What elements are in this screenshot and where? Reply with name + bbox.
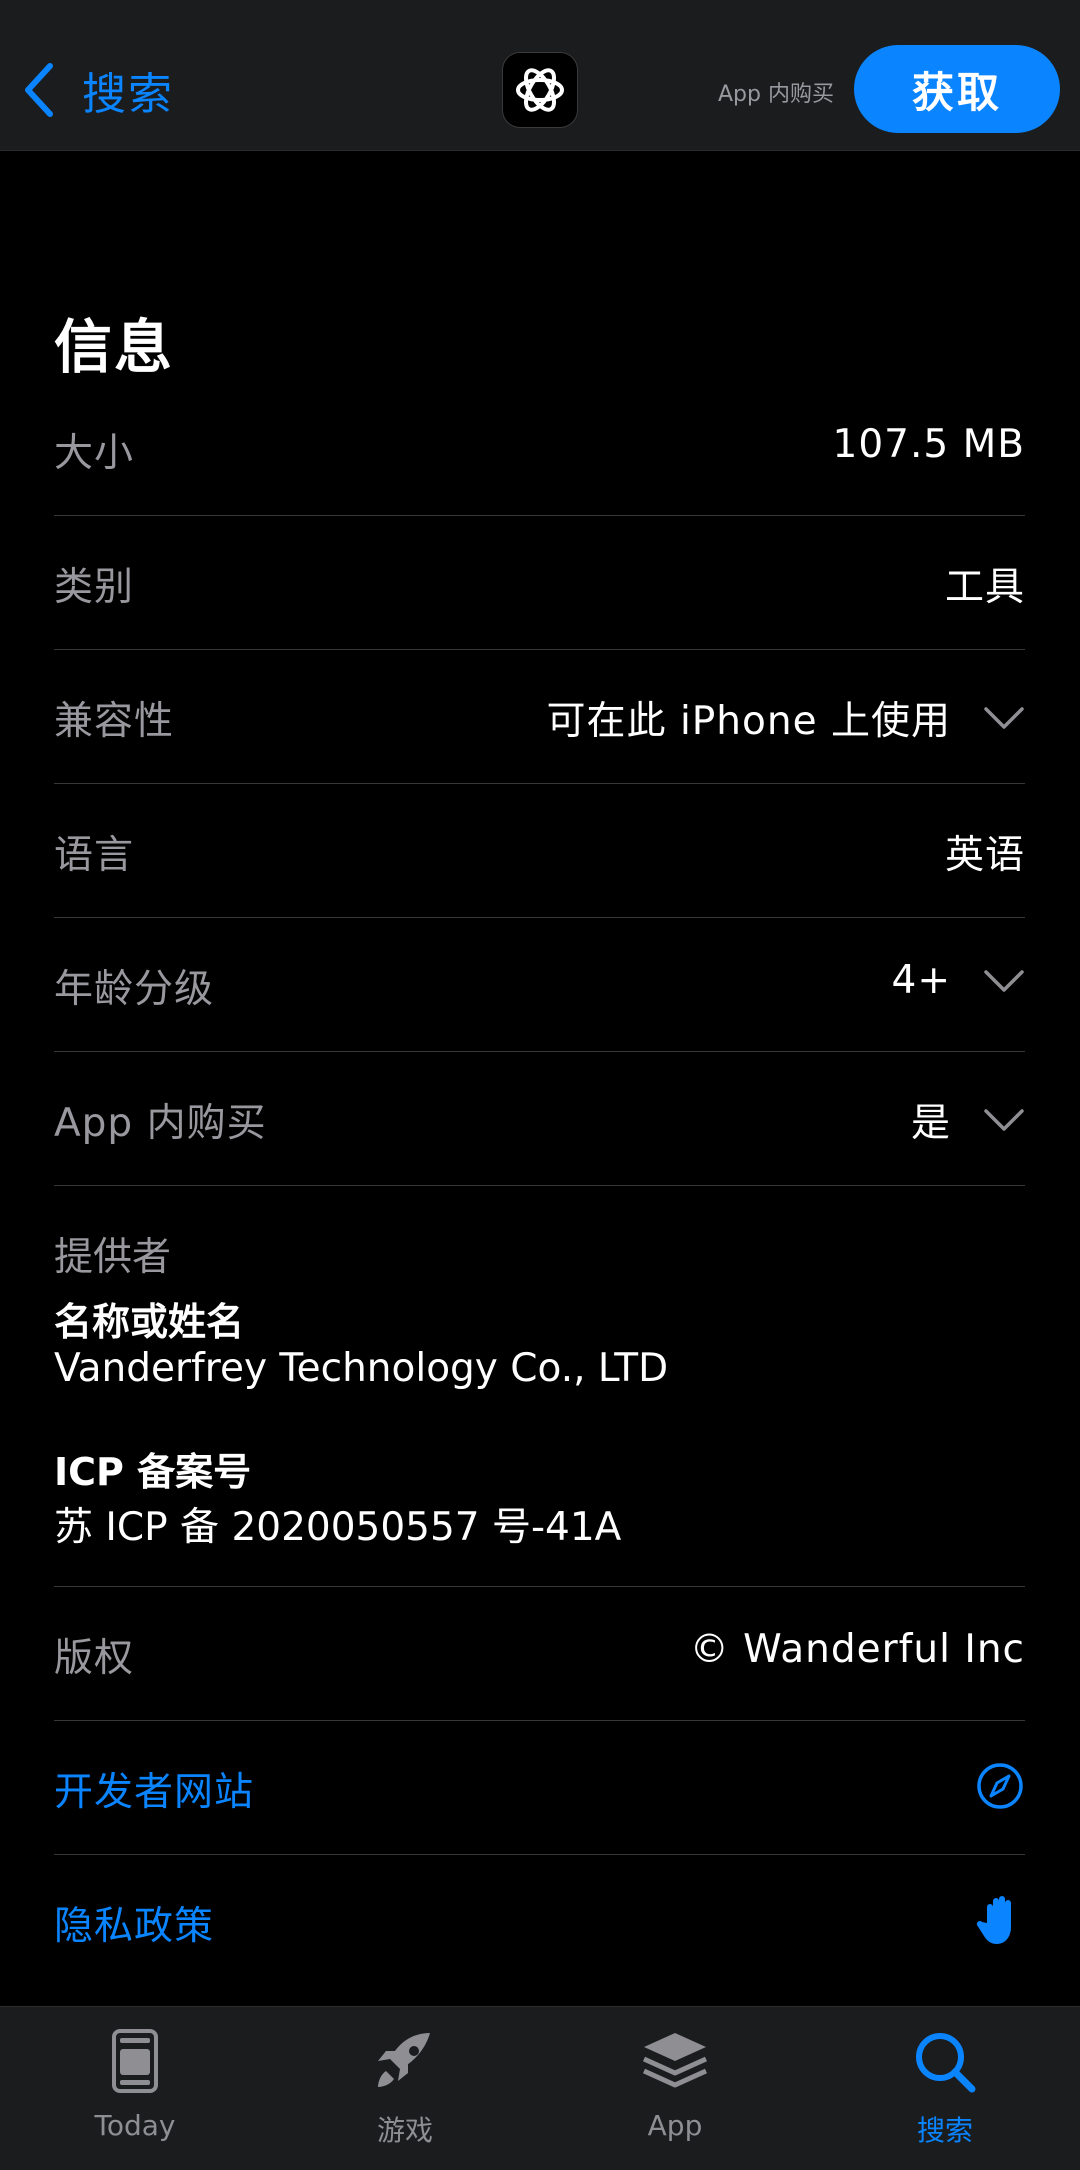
developer-website-link[interactable]: 开发者网站 [54,1721,1025,1855]
app-stack-icon [642,2033,708,2088]
row-value: © Wanderful Inc [689,1627,1025,1672]
search-icon [916,2033,976,2093]
row-label: 版权 [54,1636,135,1681]
tab-label: App [647,2109,703,2142]
link-label: 隐私政策 [54,1904,215,1949]
row-label: 年龄分级 [54,967,215,1012]
rocket-icon [378,2033,430,2087]
openai-logo-icon [516,68,564,112]
provider-name-heading: 名称或姓名 [54,1300,245,1344]
row-label: 语言 [54,833,135,878]
chevron-down-icon [984,1109,1024,1131]
row-value: 4+ [891,958,951,1003]
row-label: App 内购买 [54,1101,267,1146]
tab-label: 游戏 [376,2114,433,2147]
info-row-age-rating[interactable]: 年龄分级 4+ [54,918,1025,1052]
compass-icon [977,1763,1023,1809]
info-list: 大小 107.5 MB 类别 工具 兼容性 可在此 iPhone 上使用 语言 … [54,382,1025,1988]
info-row-size: 大小 107.5 MB [54,382,1025,516]
hand-raised-icon [976,1896,1011,1944]
tab-search[interactable]: 搜索 [810,2007,1080,2170]
icp-heading: ICP 备案号 [54,1450,252,1494]
row-value: 英语 [944,833,1025,878]
app-icon[interactable] [502,52,578,128]
provider-block: 提供者 名称或姓名 Vanderfrey Technology Co., LTD… [54,1186,1025,1587]
tab-games[interactable]: 游戏 [270,2007,540,2170]
chevron-down-icon [984,969,1024,992]
info-row-in-app-purchases[interactable]: App 内购买 是 [54,1052,1025,1186]
chevron-left-icon [25,63,53,117]
icp-value: 苏 ICP 备 2020050557 号-41A [54,1505,622,1550]
row-value-wrap: 可在此 iPhone 上使用 [547,690,1025,746]
provider-label: 提供者 [54,1235,172,1280]
info-row-compatibility[interactable]: 兼容性 可在此 iPhone 上使用 [54,650,1025,784]
tab-label: 搜索 [916,2114,973,2147]
provider-name-value: Vanderfrey Technology Co., LTD [54,1346,669,1391]
row-value: 107.5 MB [832,422,1025,467]
row-value: 工具 [944,565,1025,610]
back-button[interactable]: 搜索 [20,52,174,128]
info-row-copyright: 版权 © Wanderful Inc [54,1587,1025,1721]
row-label: 大小 [54,431,135,476]
row-value-wrap: 4+ [892,958,1026,1003]
privacy-policy-link[interactable]: 隐私政策 [54,1855,1025,1988]
in-app-purchase-note: App 内购买 [718,82,834,107]
tab-today[interactable]: Today [0,2007,270,2170]
info-row-category: 类别 工具 [54,516,1025,650]
tab-bar: Today 游戏 App 搜索 [0,2006,1080,2170]
link-label: 开发者网站 [54,1770,255,1815]
row-value: 是 [910,1101,951,1146]
tab-apps[interactable]: App [540,2007,810,2170]
chevron-down-icon [984,707,1024,729]
today-icon [112,2029,158,2093]
row-value-wrap: 是 [911,1092,1025,1148]
info-row-language: 语言 英语 [54,784,1025,918]
section-title: 信息 [54,313,175,381]
back-label: 搜索 [82,69,174,120]
row-label: 类别 [54,565,135,610]
tab-label: Today [94,2109,176,2142]
navigation-bar: 搜索 App 内购买 获取 [0,0,1080,151]
row-label: 兼容性 [54,699,175,744]
get-button[interactable]: 获取 [854,45,1060,133]
row-value: 可在此 iPhone 上使用 [546,699,951,744]
